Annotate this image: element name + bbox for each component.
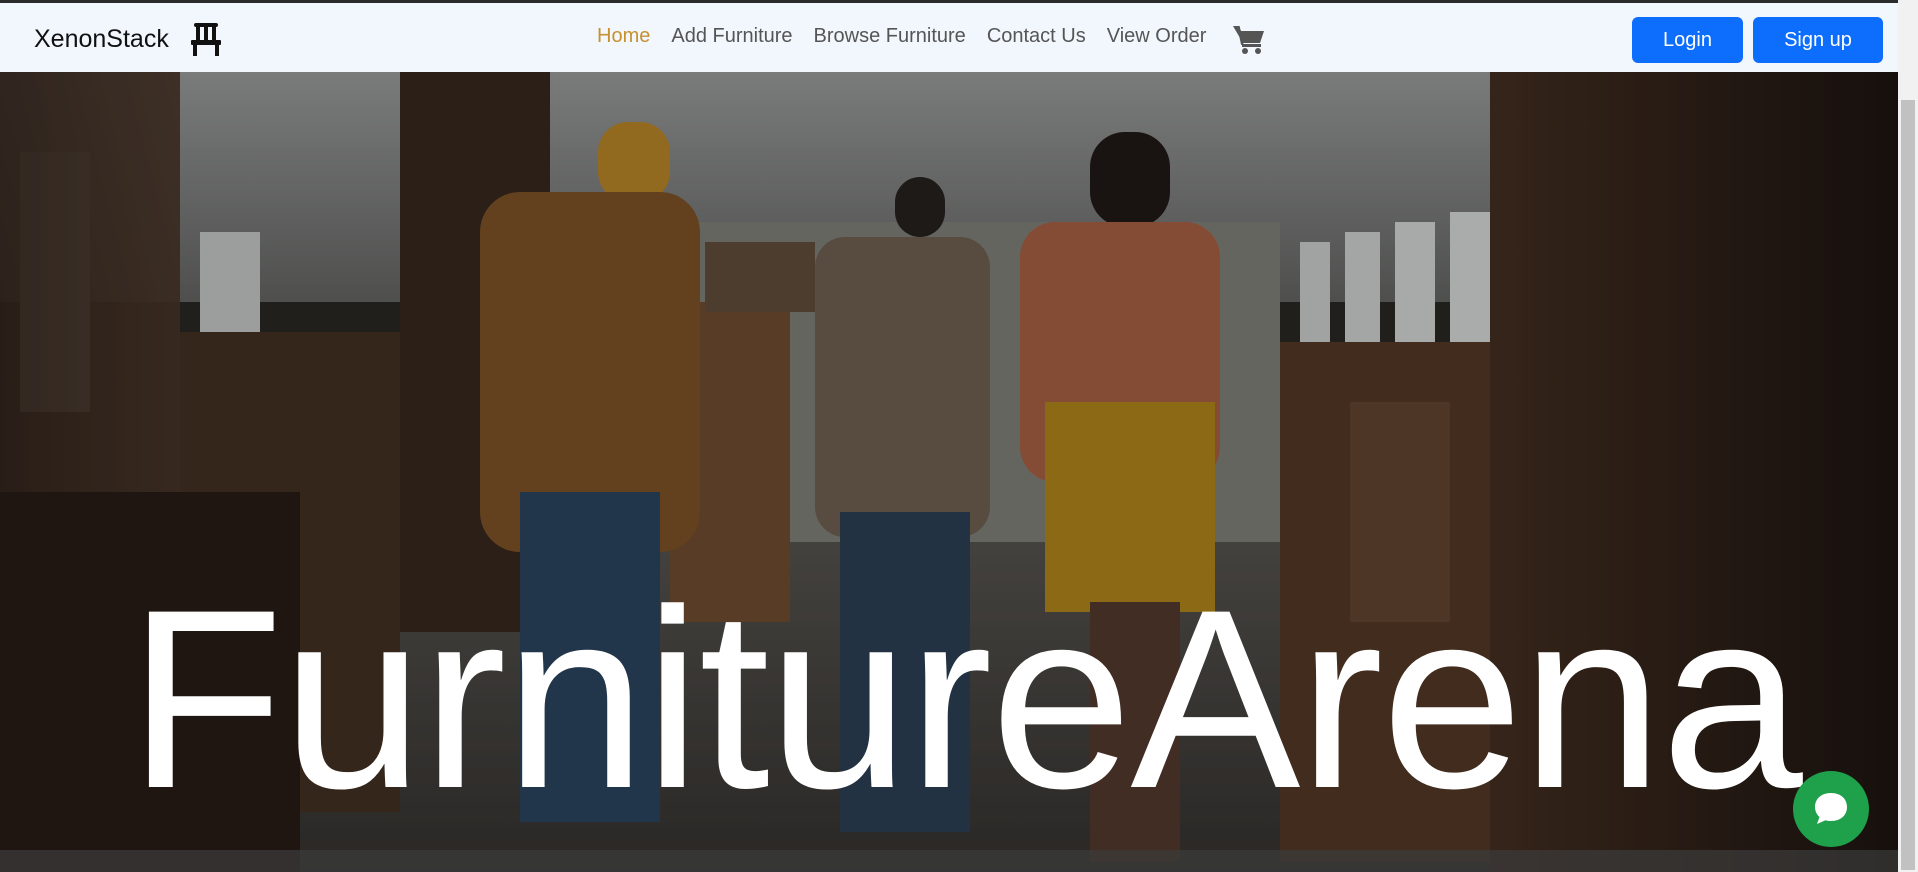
nav-link-view-order[interactable]: View Order: [1107, 25, 1207, 48]
nav-link-contact-us[interactable]: Contact Us: [987, 25, 1086, 48]
nav-link-browse-furniture[interactable]: Browse Furniture: [814, 25, 966, 48]
hero-title: FurnitureArena: [128, 557, 1803, 842]
navbar: XenonStack Home Add Furniture Browse Fur…: [0, 0, 1898, 72]
brand[interactable]: XenonStack: [34, 21, 224, 57]
hero-banner: FurnitureArena: [0, 72, 1898, 872]
shopping-cart-icon[interactable]: [1232, 23, 1266, 55]
login-button[interactable]: Login: [1632, 17, 1743, 63]
chat-button[interactable]: [1793, 771, 1869, 847]
nav-link-add-furniture[interactable]: Add Furniture: [671, 25, 792, 48]
signup-button[interactable]: Sign up: [1753, 17, 1883, 63]
chat-bubble-icon: [1815, 793, 1847, 824]
page: XenonStack Home Add Furniture Browse Fur…: [0, 0, 1918, 872]
chair-icon: [190, 23, 221, 56]
brand-name[interactable]: XenonStack: [34, 25, 169, 54]
scrollbar[interactable]: [1898, 0, 1918, 872]
nav-link-home[interactable]: Home: [597, 25, 650, 48]
nav-links: Home Add Furniture Browse Furniture Cont…: [597, 25, 1227, 48]
hero-bottom-strip: [0, 850, 1898, 872]
scrollbar-thumb[interactable]: [1901, 100, 1915, 870]
